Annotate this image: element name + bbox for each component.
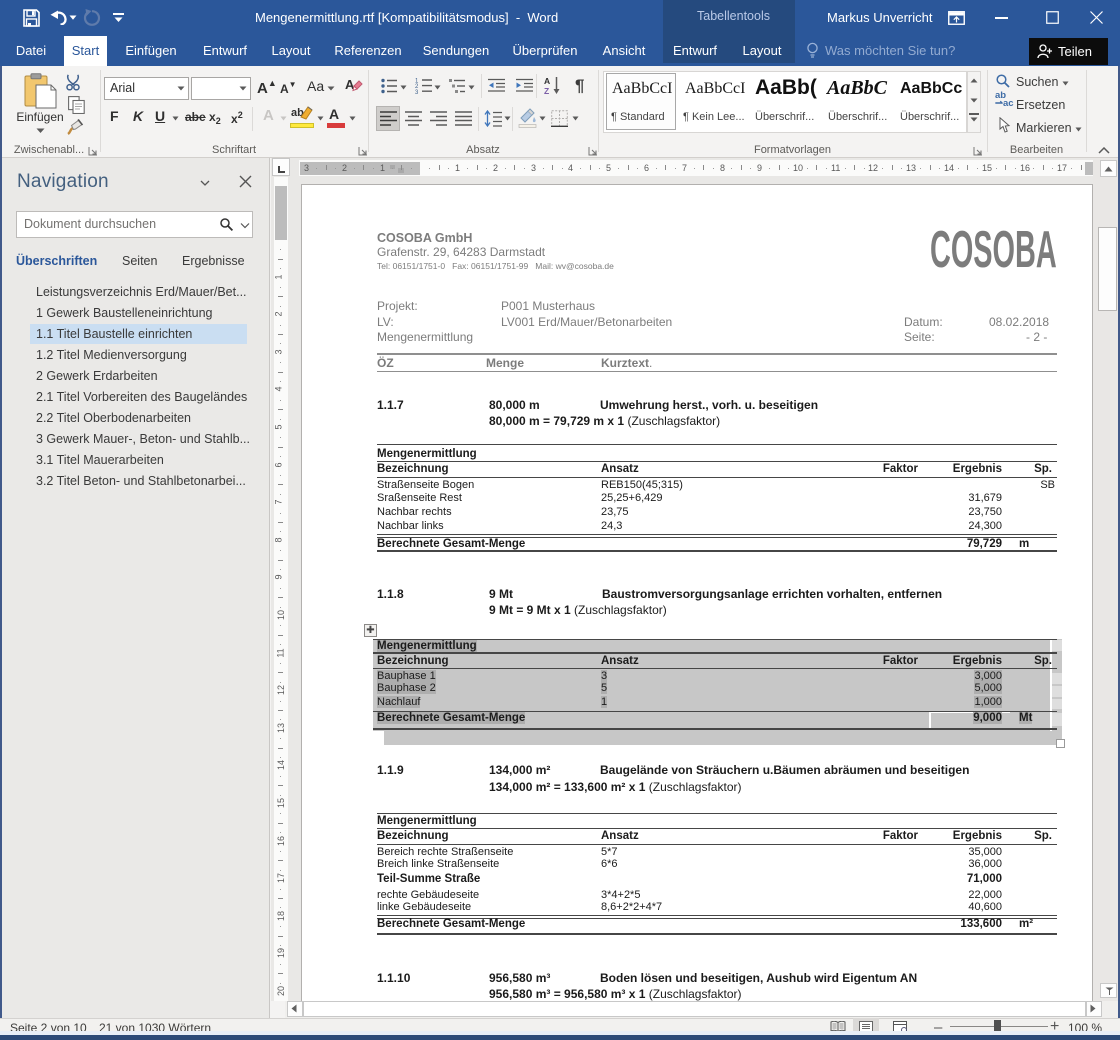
svg-text:3: 3 [415,90,419,94]
svg-text:Z: Z [544,86,549,95]
svg-text:A: A [544,76,550,86]
